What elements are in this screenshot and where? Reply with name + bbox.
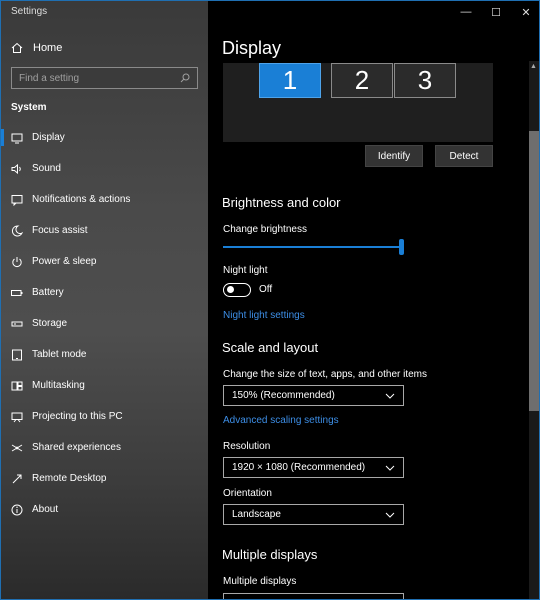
brightness-slider-thumb[interactable]	[399, 239, 404, 255]
monitor-3[interactable]: 3	[394, 63, 456, 98]
search-box[interactable]: Find a setting	[11, 67, 198, 89]
battery-icon	[11, 287, 23, 299]
sidebar-item-notifications[interactable]: Notifications & actions	[1, 184, 208, 215]
monitor-arrangement: 1 2 3	[223, 63, 493, 142]
monitor-2[interactable]: 2	[331, 63, 393, 98]
home-link[interactable]: Home	[11, 39, 62, 57]
home-icon	[11, 42, 23, 53]
sidebar-item-label: Power & sleep	[32, 256, 97, 267]
sidebar-item-label: Display	[32, 132, 65, 143]
resolution-label: Resolution	[223, 441, 271, 452]
scale-heading: Scale and layout	[222, 340, 319, 355]
tablet-icon	[11, 349, 23, 361]
sidebar-item-power[interactable]: Power & sleep	[1, 246, 208, 277]
search-icon[interactable]	[180, 73, 190, 83]
sidebar-item-battery[interactable]: Battery	[1, 277, 208, 308]
night-light-toggle[interactable]	[223, 283, 251, 297]
sidebar-item-storage[interactable]: Storage	[1, 308, 208, 339]
sidebar-item-label: Remote Desktop	[32, 473, 107, 484]
sidebar-item-label: Storage	[32, 318, 68, 329]
sidebar-item-label: Sound	[32, 163, 61, 174]
sidebar-item-label: About	[32, 504, 59, 515]
brightness-heading: Brightness and color	[222, 195, 341, 210]
sidebar-item-multitasking[interactable]: Multitasking	[1, 370, 208, 401]
brightness-slider-track[interactable]	[223, 246, 401, 248]
monitor-icon	[11, 132, 23, 144]
night-light-settings-link[interactable]: Night light settings	[223, 310, 305, 321]
night-light-state: Off	[259, 284, 273, 295]
sidebar-item-projecting[interactable]: Projecting to this PC	[1, 401, 208, 432]
settings-window: Settings Home Find a setting System Disp…	[0, 0, 540, 600]
multiple-displays-heading: Multiple displays	[222, 547, 318, 562]
close-button[interactable]: ✕	[511, 1, 539, 23]
notification-icon	[11, 194, 23, 206]
window-title: Settings	[11, 6, 48, 17]
chevron-down-icon	[385, 510, 395, 520]
power-icon	[11, 256, 23, 268]
sidebar-item-label: Focus assist	[32, 225, 88, 236]
moon-icon	[11, 224, 23, 237]
chevron-down-icon	[385, 391, 395, 401]
info-icon	[11, 504, 23, 516]
resolution-value: 1920 × 1080 (Recommended)	[232, 462, 366, 473]
sidebar-item-tablet-mode[interactable]: Tablet mode	[1, 339, 208, 370]
chevron-down-icon	[385, 463, 395, 473]
section-label: System	[11, 102, 47, 113]
maximize-button[interactable]: ☐	[481, 1, 511, 23]
scrollbar-thumb[interactable]	[529, 131, 539, 411]
storage-icon	[11, 318, 23, 330]
sidebar-item-label: Battery	[32, 287, 64, 298]
remote-icon	[11, 473, 23, 485]
sidebar: Settings Home Find a setting System Disp…	[1, 1, 208, 599]
sidebar-item-display[interactable]: Display	[1, 122, 208, 153]
scale-value: 150% (Recommended)	[232, 390, 335, 401]
orientation-dropdown[interactable]: Landscape	[223, 504, 404, 525]
brightness-label: Change brightness	[223, 224, 307, 235]
orientation-value: Landscape	[232, 509, 281, 520]
multitasking-icon	[11, 380, 23, 392]
sidebar-item-label: Tablet mode	[32, 349, 87, 360]
sidebar-item-remote-desktop[interactable]: Remote Desktop	[1, 463, 208, 494]
projector-icon	[11, 411, 23, 423]
sidebar-item-label: Projecting to this PC	[32, 411, 123, 422]
main-panel: — ☐ ✕ Display 1 2 3 Identify Detect Brig…	[208, 1, 539, 599]
page-title: Display	[222, 38, 282, 58]
sidebar-item-about[interactable]: About	[1, 494, 208, 525]
detect-button[interactable]: Detect	[435, 145, 493, 167]
multiple-displays-dropdown[interactable]	[223, 593, 404, 599]
toggle-knob	[227, 286, 234, 293]
shared-icon	[11, 442, 23, 454]
sidebar-item-label: Shared experiences	[32, 442, 121, 453]
size-label: Change the size of text, apps, and other…	[223, 369, 428, 380]
identify-button[interactable]: Identify	[365, 145, 423, 167]
monitor-1[interactable]: 1	[259, 63, 321, 98]
sidebar-item-sound[interactable]: Sound	[1, 153, 208, 184]
orientation-label: Orientation	[223, 488, 272, 499]
sidebar-item-shared-experiences[interactable]: Shared experiences	[1, 432, 208, 463]
window-controls: — ☐ ✕	[451, 1, 539, 23]
sidebar-nav: Display Sound Notifications & actions Fo…	[1, 122, 208, 525]
search-input[interactable]: Find a setting	[19, 73, 180, 84]
sidebar-item-label: Notifications & actions	[32, 194, 131, 205]
home-label: Home	[33, 42, 63, 54]
multiple-displays-label: Multiple displays	[223, 576, 297, 587]
resolution-dropdown[interactable]: 1920 × 1080 (Recommended)	[223, 457, 404, 478]
advanced-scaling-link[interactable]: Advanced scaling settings	[223, 415, 339, 426]
sidebar-item-label: Multitasking	[32, 380, 85, 391]
scroll-up-icon[interactable]: ▲	[530, 63, 537, 70]
sidebar-item-focus-assist[interactable]: Focus assist	[1, 215, 208, 246]
speaker-icon	[11, 163, 23, 175]
night-light-label: Night light	[223, 265, 268, 276]
minimize-button[interactable]: —	[451, 1, 481, 23]
scale-dropdown[interactable]: 150% (Recommended)	[223, 385, 404, 406]
